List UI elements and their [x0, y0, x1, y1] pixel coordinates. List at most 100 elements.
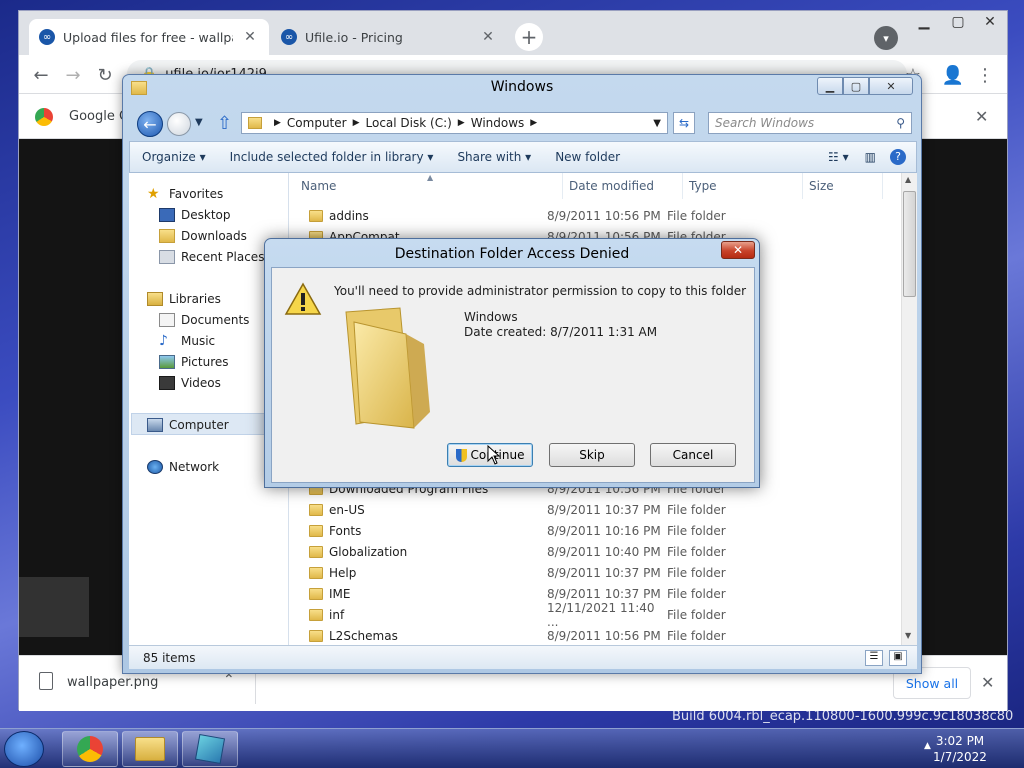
ufile-favicon-icon: ∞: [281, 29, 297, 45]
file-row[interactable]: Globalization 8/9/2011 10:40 PM File fold…: [289, 541, 889, 562]
help-icon[interactable]: ?: [884, 149, 916, 165]
account-icon[interactable]: 👤: [941, 63, 965, 87]
scrollbar-thumb[interactable]: [903, 191, 916, 297]
view-options-icon[interactable]: ☷ ▾: [820, 150, 857, 164]
forward-button[interactable]: [167, 112, 191, 136]
scroll-down-icon[interactable]: ▼: [905, 631, 911, 640]
nav-pictures[interactable]: Pictures: [147, 351, 249, 372]
new-tab-button[interactable]: +: [515, 23, 543, 51]
download-bar-close-icon[interactable]: ✕: [981, 673, 994, 692]
close-icon[interactable]: ✕: [973, 11, 1007, 33]
share-with-menu[interactable]: Share with ▾: [445, 150, 543, 164]
breadcrumb-windows[interactable]: Windows: [471, 116, 525, 130]
nav-network[interactable]: Network: [147, 456, 219, 477]
column-type[interactable]: Type: [683, 173, 803, 199]
search-icon[interactable]: ⚲: [896, 116, 905, 130]
nav-favorites[interactable]: ★ Favorites: [147, 183, 264, 204]
nav-music[interactable]: ♪ Music: [147, 330, 249, 351]
up-arrow-icon[interactable]: ⇧: [217, 113, 232, 134]
chevron-right-icon[interactable]: ▶: [353, 118, 360, 128]
file-icon: [39, 672, 53, 690]
folder-icon: [309, 566, 323, 579]
clock-time: 3:02 PM: [935, 734, 985, 748]
refresh-icon[interactable]: ⇆: [673, 112, 695, 134]
preview-pane-icon[interactable]: ▥: [857, 150, 884, 164]
file-row[interactable]: Fonts 8/9/2011 10:16 PM File folder: [289, 520, 889, 541]
nav-libraries[interactable]: Libraries: [147, 288, 249, 309]
reload-icon[interactable]: ↻: [93, 63, 117, 87]
forward-arrow-icon[interactable]: →: [61, 63, 85, 87]
chevron-right-icon: ▶: [274, 118, 281, 128]
chevron-right-icon[interactable]: ▶: [530, 118, 537, 128]
tab-close-icon[interactable]: ✕: [241, 29, 259, 45]
nav-videos[interactable]: Videos: [147, 372, 249, 393]
maximize-icon[interactable]: ▢: [843, 77, 869, 95]
music-icon: ♪: [159, 332, 168, 349]
tab-label: Ufile.io - Pricing: [305, 29, 403, 45]
access-denied-dialog: Destination Folder Access Denied ✕ You'l…: [264, 238, 760, 488]
nav-computer[interactable]: Computer: [147, 414, 229, 435]
address-bar[interactable]: ▶ Computer ▶ Local Disk (C:) ▶ Windows ▶…: [241, 112, 668, 134]
history-dropdown-icon[interactable]: ▼: [195, 117, 203, 128]
minimize-icon[interactable]: ▁: [907, 11, 941, 33]
folder-icon: [309, 209, 323, 222]
maximize-icon[interactable]: ▢: [941, 11, 975, 33]
tab-upload-files[interactable]: ∞ Upload files for free - wallpaper.p ✕: [29, 19, 269, 55]
taskbar-chrome[interactable]: [62, 731, 118, 767]
taskbar-explorer[interactable]: [122, 731, 178, 767]
chrome-profile-menu-icon[interactable]: ▾: [874, 26, 898, 50]
large-folder-icon: [345, 307, 430, 429]
folder-name: Windows: [464, 310, 518, 324]
chevron-right-icon[interactable]: ▶: [458, 118, 465, 128]
dialog-close-icon[interactable]: ✕: [721, 241, 755, 259]
column-size[interactable]: Size: [803, 173, 883, 199]
folder-icon: [309, 503, 323, 516]
file-row[interactable]: Help 8/9/2011 10:37 PM File folder: [289, 562, 889, 583]
download-file-name[interactable]: wallpaper.png: [67, 675, 158, 690]
nav-documents[interactable]: Documents: [147, 309, 249, 330]
cancel-button[interactable]: Cancel: [650, 443, 736, 467]
warning-icon: [284, 282, 322, 315]
column-date-modified[interactable]: Date modified: [563, 173, 683, 199]
breadcrumb-local-disk[interactable]: Local Disk (C:): [366, 116, 452, 130]
nav-desktop[interactable]: Desktop: [147, 204, 264, 225]
file-row[interactable]: L2Schemas 8/9/2011 10:56 PM File folder: [289, 625, 889, 646]
chrome-menu-icon[interactable]: ⋮: [973, 63, 997, 87]
dialog-message: You'll need to provide administrator per…: [334, 284, 747, 298]
uac-shield-icon: [455, 448, 467, 462]
tab-ufile-pricing[interactable]: ∞ Ufile.io - Pricing ✕: [271, 19, 507, 55]
nav-downloads[interactable]: Downloads: [147, 225, 264, 246]
minimize-icon[interactable]: ▁: [817, 77, 843, 95]
taskbar: ▲ 3:02 PM 1/7/2022: [0, 728, 1024, 768]
chevron-up-icon[interactable]: ⌃: [223, 672, 235, 688]
taskbar-app[interactable]: [182, 731, 238, 767]
include-in-library-menu[interactable]: Include selected folder in library ▾: [218, 150, 446, 164]
vertical-scrollbar[interactable]: ▲ ▼: [901, 173, 917, 645]
status-bar: 85 items ☰ ▣: [129, 645, 917, 669]
thumbnail-view-icon[interactable]: ▣: [889, 649, 907, 666]
file-row[interactable]: inf 12/11/2021 11:40 ... File folder: [289, 601, 889, 629]
file-row[interactable]: addins 8/9/2011 10:56 PM File folder: [289, 205, 889, 226]
folder-date-created: Date created: 8/7/2011 1:31 AM: [464, 325, 658, 339]
info-bar-close-icon[interactable]: ✕: [975, 107, 988, 126]
folder-icon: [309, 629, 323, 642]
start-button[interactable]: [4, 731, 44, 767]
search-input[interactable]: Search Windows ⚲: [708, 112, 912, 134]
folder-icon: [309, 524, 323, 537]
recent-places-icon: [159, 249, 175, 264]
nav-recent-places[interactable]: Recent Places: [147, 246, 264, 267]
file-row[interactable]: en-US 8/9/2011 10:37 PM File folder: [289, 499, 889, 520]
details-view-icon[interactable]: ☰: [865, 649, 883, 666]
back-arrow-icon[interactable]: ←: [29, 63, 53, 87]
clock[interactable]: 3:02 PM 1/7/2022: [930, 733, 990, 765]
new-folder-button[interactable]: New folder: [543, 150, 632, 164]
scroll-up-icon[interactable]: ▲: [905, 175, 911, 184]
organize-menu[interactable]: Organize ▾: [130, 150, 218, 164]
tab-close-icon[interactable]: ✕: [479, 29, 497, 45]
breadcrumb-computer[interactable]: Computer: [287, 116, 347, 130]
close-icon[interactable]: ✕: [869, 77, 913, 95]
recaptcha-badge[interactable]: [19, 577, 89, 637]
back-button[interactable]: ←: [137, 111, 163, 137]
address-dropdown-icon[interactable]: ▼: [653, 118, 661, 129]
skip-button[interactable]: Skip: [549, 443, 635, 467]
